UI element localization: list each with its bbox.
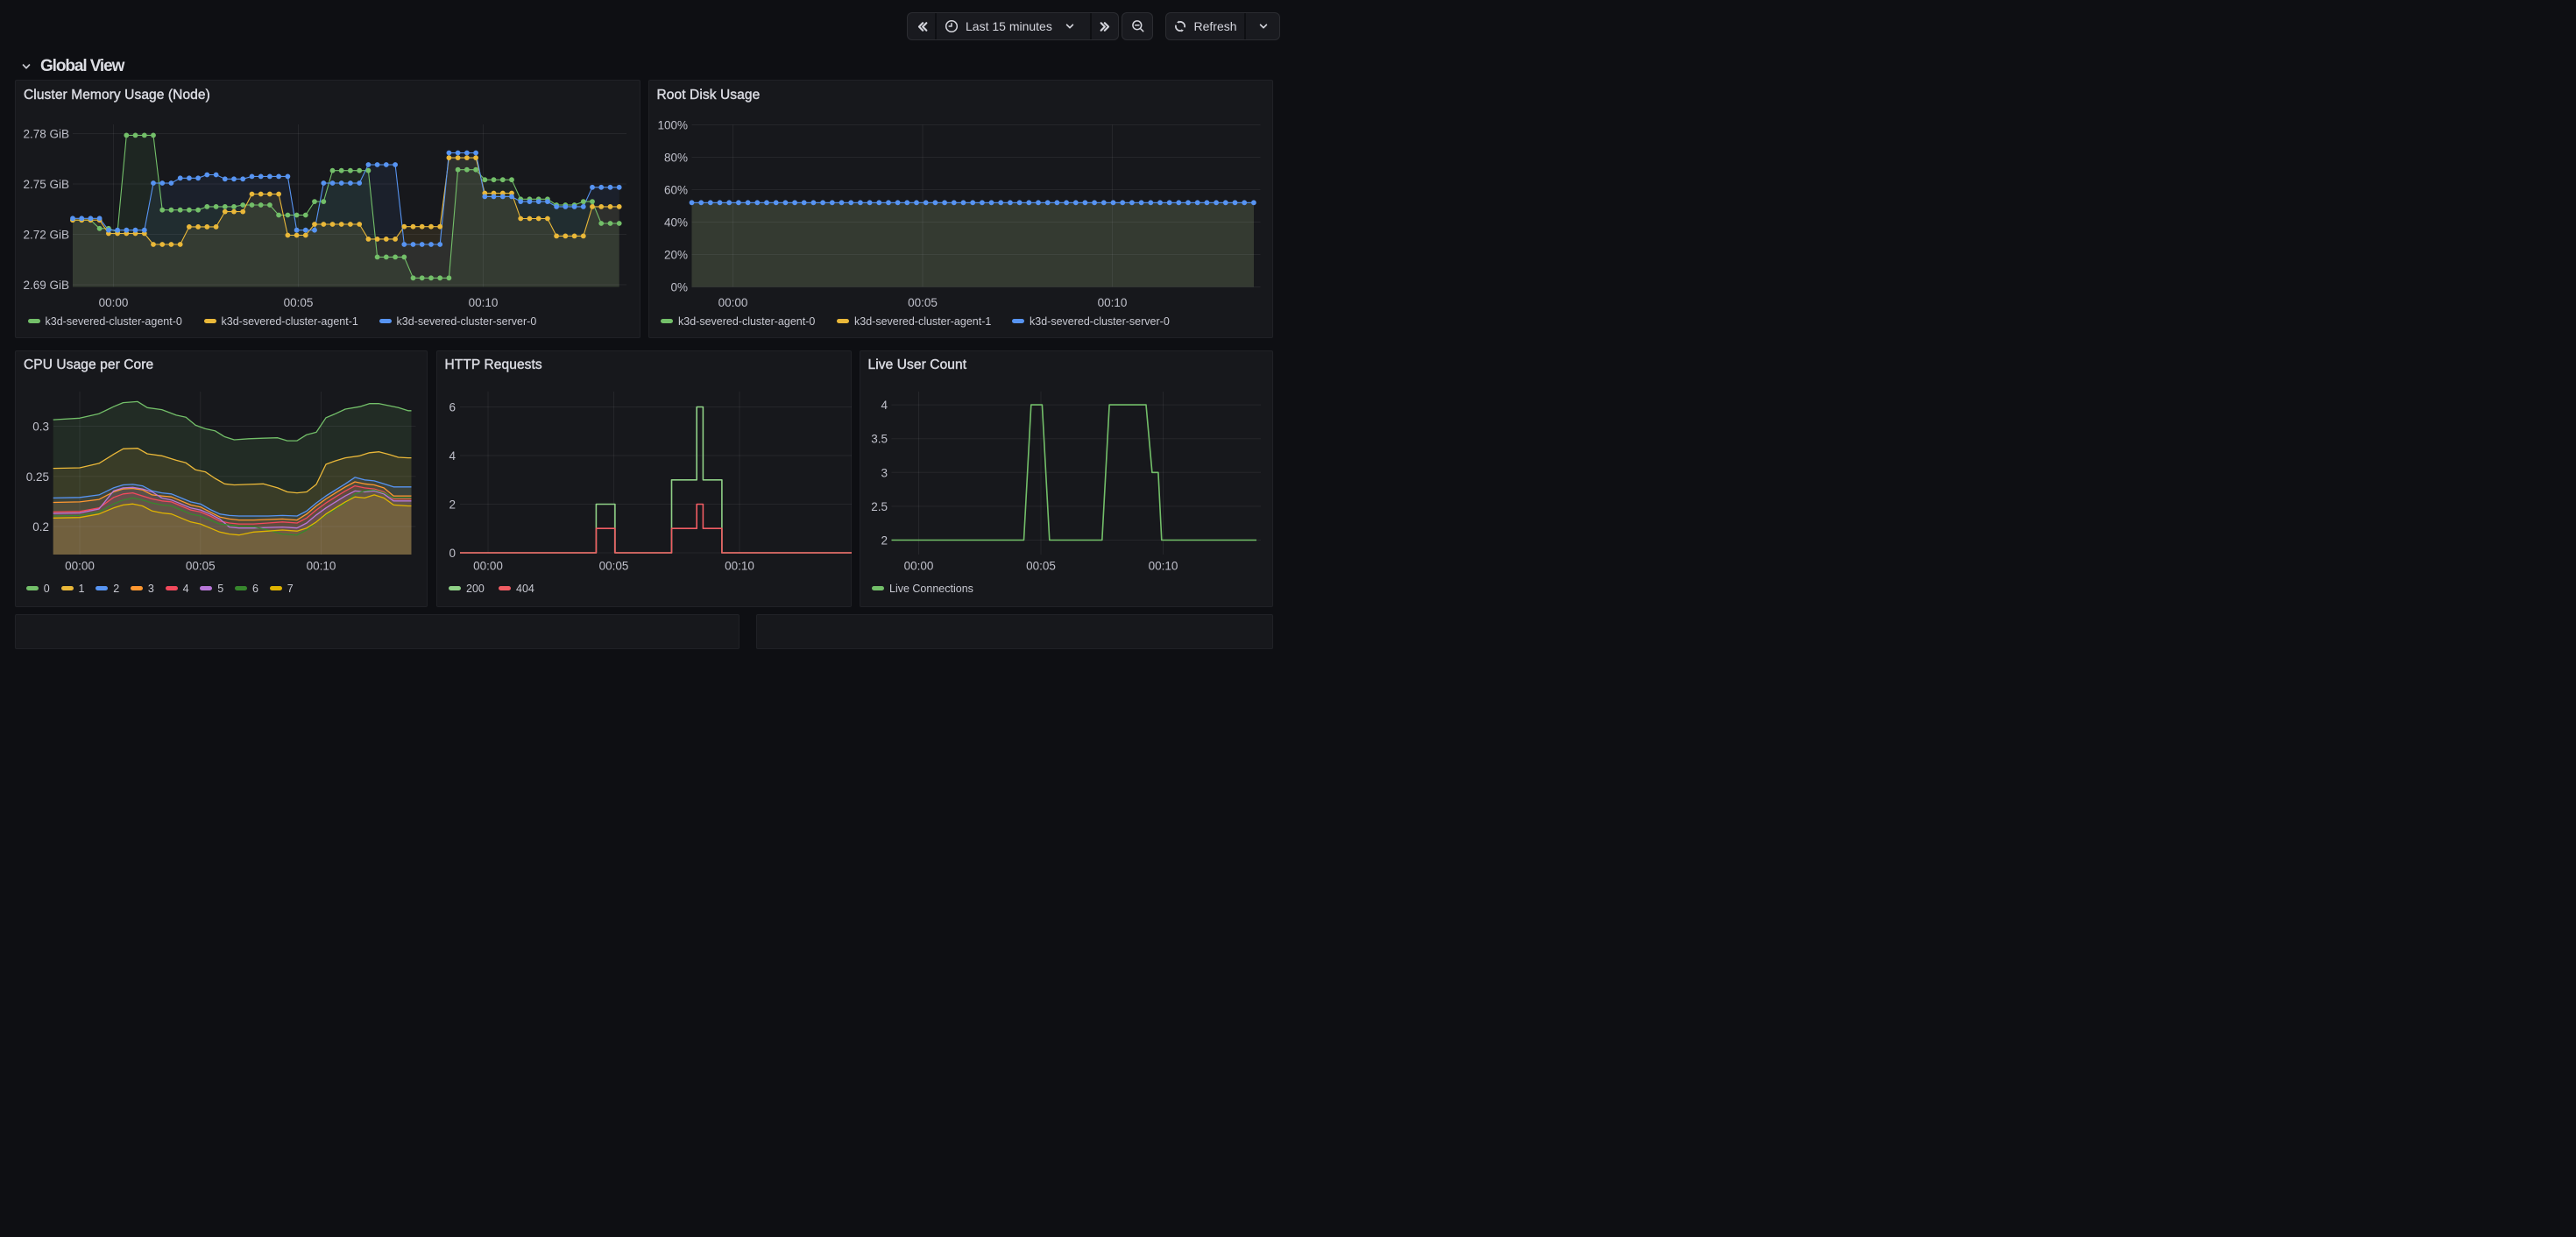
svg-text:0.25: 0.25 xyxy=(26,470,49,483)
svg-text:3.5: 3.5 xyxy=(871,432,888,445)
svg-text:2.75 GiB: 2.75 GiB xyxy=(23,178,69,191)
svg-text:00:10: 00:10 xyxy=(1148,559,1178,572)
svg-text:2: 2 xyxy=(449,498,456,511)
svg-text:00:10: 00:10 xyxy=(469,296,499,309)
svg-text:20%: 20% xyxy=(663,249,687,262)
svg-text:0%: 0% xyxy=(670,281,688,294)
svg-text:6: 6 xyxy=(449,400,456,414)
svg-text:00:05: 00:05 xyxy=(284,296,314,309)
svg-text:00:00: 00:00 xyxy=(473,559,503,572)
svg-text:00:10: 00:10 xyxy=(1097,296,1127,309)
svg-text:00:05: 00:05 xyxy=(598,559,628,572)
svg-text:80%: 80% xyxy=(663,152,687,165)
svg-text:4: 4 xyxy=(881,399,888,412)
svg-text:2.5: 2.5 xyxy=(871,499,888,512)
svg-text:100%: 100% xyxy=(657,119,688,132)
svg-text:00:05: 00:05 xyxy=(186,559,216,572)
svg-text:0: 0 xyxy=(449,547,456,560)
svg-text:00:00: 00:00 xyxy=(65,559,95,572)
svg-text:2.78 GiB: 2.78 GiB xyxy=(23,128,69,141)
svg-text:00:00: 00:00 xyxy=(99,296,129,309)
svg-text:00:05: 00:05 xyxy=(908,296,938,309)
svg-text:3: 3 xyxy=(881,466,888,479)
svg-text:00:00: 00:00 xyxy=(903,559,933,572)
svg-text:2.69 GiB: 2.69 GiB xyxy=(23,279,69,292)
svg-text:00:10: 00:10 xyxy=(725,559,754,572)
svg-text:0.3: 0.3 xyxy=(32,420,49,433)
svg-text:0.2: 0.2 xyxy=(32,520,49,534)
svg-text:4: 4 xyxy=(449,449,456,463)
svg-text:00:05: 00:05 xyxy=(1026,559,1056,572)
svg-text:00:00: 00:00 xyxy=(718,296,747,309)
svg-text:60%: 60% xyxy=(663,184,687,197)
svg-text:00:10: 00:10 xyxy=(307,559,336,572)
svg-text:2.72 GiB: 2.72 GiB xyxy=(23,229,69,242)
svg-text:40%: 40% xyxy=(663,216,687,230)
svg-text:2: 2 xyxy=(881,534,888,547)
